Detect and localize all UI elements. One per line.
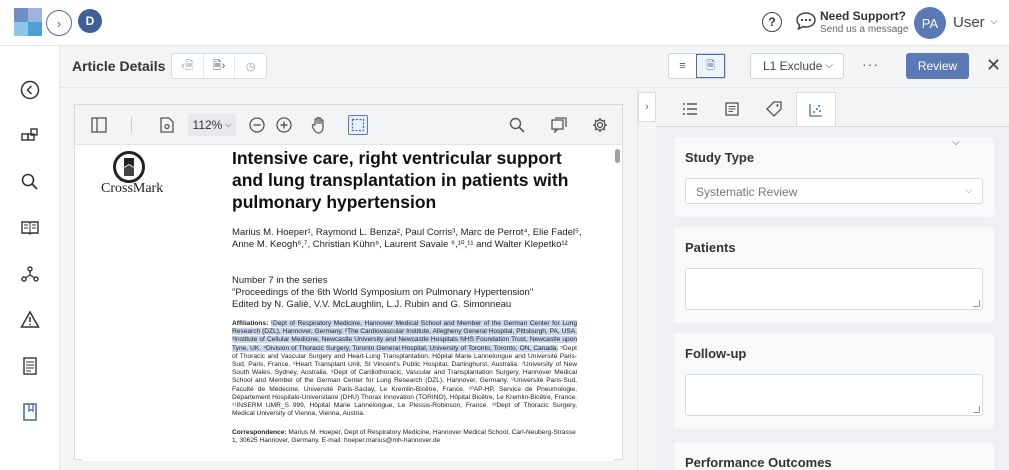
paper-authors: Marius M. Hoeper¹, Raymond L. Benza², Pa…	[232, 227, 582, 250]
followup-textarea[interactable]	[685, 374, 983, 416]
tab-analytics[interactable]	[796, 92, 836, 126]
patients-label: Patients	[685, 240, 736, 255]
scatter-chart-icon	[809, 103, 822, 117]
previous-article-button[interactable]: ‹🗎	[172, 54, 204, 78]
chevron-down-icon: ⌵	[225, 120, 232, 129]
network-icon[interactable]	[18, 262, 42, 286]
tab-tags[interactable]	[754, 92, 794, 126]
help-icon[interactable]: ?	[762, 12, 782, 32]
patients-textarea[interactable]	[685, 268, 983, 310]
clock-icon: ◷	[245, 60, 256, 73]
bookmark-icon[interactable]	[18, 400, 42, 424]
pdf-page: CrossMark Intensive care, right ventricu…	[83, 145, 613, 461]
paper-correspondence: Correspondence: Marius M. Hoeper, Dept o…	[232, 429, 577, 445]
study-type-card: ⌵ Study Type Systematic Review ⌵	[674, 137, 994, 217]
chevron-left-document-icon: ‹🗎	[181, 59, 194, 72]
text-lines-icon: ≡	[679, 60, 686, 72]
workspace-avatar[interactable]: D	[78, 9, 102, 33]
article-nav-buttons: ‹🗎 🗎› ◷	[171, 53, 267, 79]
warning-icon[interactable]	[18, 308, 42, 332]
page-settings-icon[interactable]	[157, 115, 177, 135]
study-type-select[interactable]: Systematic Review ⌵	[685, 178, 983, 204]
pan-hand-icon[interactable]	[309, 115, 329, 135]
series-line: Edited by N. Galiè, V.V. McLaughlin, L.J…	[232, 299, 512, 310]
select-area-icon[interactable]	[348, 115, 368, 135]
pdf-document-icon: 🗎	[706, 59, 715, 72]
support-title[interactable]: Need Support?	[820, 9, 906, 23]
paper-title: Intensive care, right ventricular suppor…	[232, 148, 569, 212]
chevron-right-icon: ›	[56, 15, 62, 31]
zoom-select[interactable]: 112% ⌵	[188, 114, 236, 136]
modules-icon[interactable]	[18, 124, 42, 148]
search-icon[interactable]	[507, 115, 527, 135]
crossmark-icon[interactable]	[113, 151, 145, 183]
top-bar: › D ? Need Support? Send us a message PA…	[0, 0, 1009, 46]
tab-list[interactable]	[670, 92, 710, 126]
chevron-down-icon: ⌵	[825, 60, 833, 71]
tab-form[interactable]	[712, 92, 752, 126]
panel-tabs	[670, 92, 836, 126]
search-icon[interactable]	[18, 170, 42, 194]
chevron-down-icon[interactable]: ⌵	[990, 16, 998, 27]
sidebar-toggle-icon[interactable]	[89, 115, 109, 135]
crossmark-label[interactable]: CrossMark	[101, 181, 163, 197]
study-type-value: Systematic Review	[696, 185, 798, 199]
view-toggle: ≡ 🗎	[668, 53, 726, 79]
history-button[interactable]: ◷	[235, 54, 266, 78]
tag-icon	[766, 101, 782, 117]
chevron-down-icon[interactable]: ⌵	[952, 137, 960, 148]
gear-icon[interactable]	[590, 115, 610, 135]
panel-content: ⌵ Study Type Systematic Review ⌵ Patient…	[656, 126, 1009, 470]
pdf-view-button[interactable]: 🗎	[696, 54, 725, 78]
highlighted-text[interactable]: ¹Dept of Respiratory Medicine, Hannover …	[232, 320, 577, 352]
review-button[interactable]: Review	[906, 53, 969, 79]
back-circle-icon[interactable]	[18, 78, 42, 102]
document-chevron-right-icon: 🗎›	[212, 59, 226, 72]
performance-outcomes-card: Performance Outcomes	[674, 442, 994, 470]
patients-card: Patients	[674, 227, 994, 323]
affiliations-text: ⁵Dept of Thoracic and Vascular Surgery a…	[232, 344, 577, 418]
affiliations-label: Affiliations:	[232, 320, 269, 327]
expand-nav-button[interactable]: ›	[46, 10, 72, 36]
exclude-dropdown-label: L1 Exclude	[763, 59, 823, 73]
followup-label: Follow-up	[685, 346, 747, 361]
chevron-right-icon: ›	[645, 101, 649, 113]
series-line: "Proceedings of the 6th World Symposium …	[232, 287, 534, 298]
form-icon	[725, 102, 739, 116]
report-icon[interactable]	[18, 354, 42, 378]
pdf-toolbar: 112% ⌵	[75, 105, 622, 145]
next-article-button[interactable]: 🗎›	[204, 54, 236, 78]
zoom-out-icon[interactable]	[247, 115, 267, 135]
support-subtitle[interactable]: Send us a message	[820, 24, 908, 35]
study-type-label: Study Type	[685, 150, 755, 165]
correspondence-label: Correspondence:	[232, 429, 287, 436]
toolbar-divider	[131, 117, 132, 133]
app-logo[interactable]	[14, 8, 42, 36]
user-name[interactable]: User	[953, 14, 985, 31]
pdf-scrollbar[interactable]	[615, 149, 620, 163]
page-title: Article Details	[72, 58, 166, 74]
zoom-level: 112%	[192, 118, 223, 132]
article-header-bar: Article Details ‹🗎 🗎› ◷ ≡ 🗎 L1 Exclude ⌵…	[60, 46, 1009, 88]
user-avatar[interactable]: PA	[914, 7, 946, 39]
collapse-panel-button[interactable]: ›	[638, 92, 656, 122]
paper-series: Number 7 in the series "Proceedings of t…	[232, 275, 602, 311]
left-rail	[0, 46, 60, 470]
comments-icon[interactable]	[549, 115, 569, 135]
chat-support-icon[interactable]	[796, 12, 816, 30]
pdf-viewer: 112% ⌵ CrossMark Intensive care, right ve…	[74, 104, 623, 461]
paper-affiliations: Affiliations: ¹Dept of Respiratory Medic…	[232, 320, 577, 418]
exclude-dropdown[interactable]: L1 Exclude ⌵	[750, 53, 844, 79]
text-view-button[interactable]: ≡	[669, 54, 696, 78]
extraction-panel: › ⌵ Study Type Systematic Review ⌵ Patie…	[637, 88, 1009, 470]
book-icon[interactable]	[18, 216, 42, 240]
zoom-in-icon[interactable]	[274, 115, 294, 135]
followup-card: Follow-up	[674, 333, 994, 429]
chevron-down-icon: ⌵	[965, 185, 972, 195]
close-icon[interactable]: ✕	[986, 55, 1001, 76]
more-options-button[interactable]: ···	[862, 56, 879, 72]
series-line: Number 7 in the series	[232, 275, 328, 286]
list-icon	[683, 103, 697, 115]
performance-outcomes-label: Performance Outcomes	[685, 455, 832, 470]
